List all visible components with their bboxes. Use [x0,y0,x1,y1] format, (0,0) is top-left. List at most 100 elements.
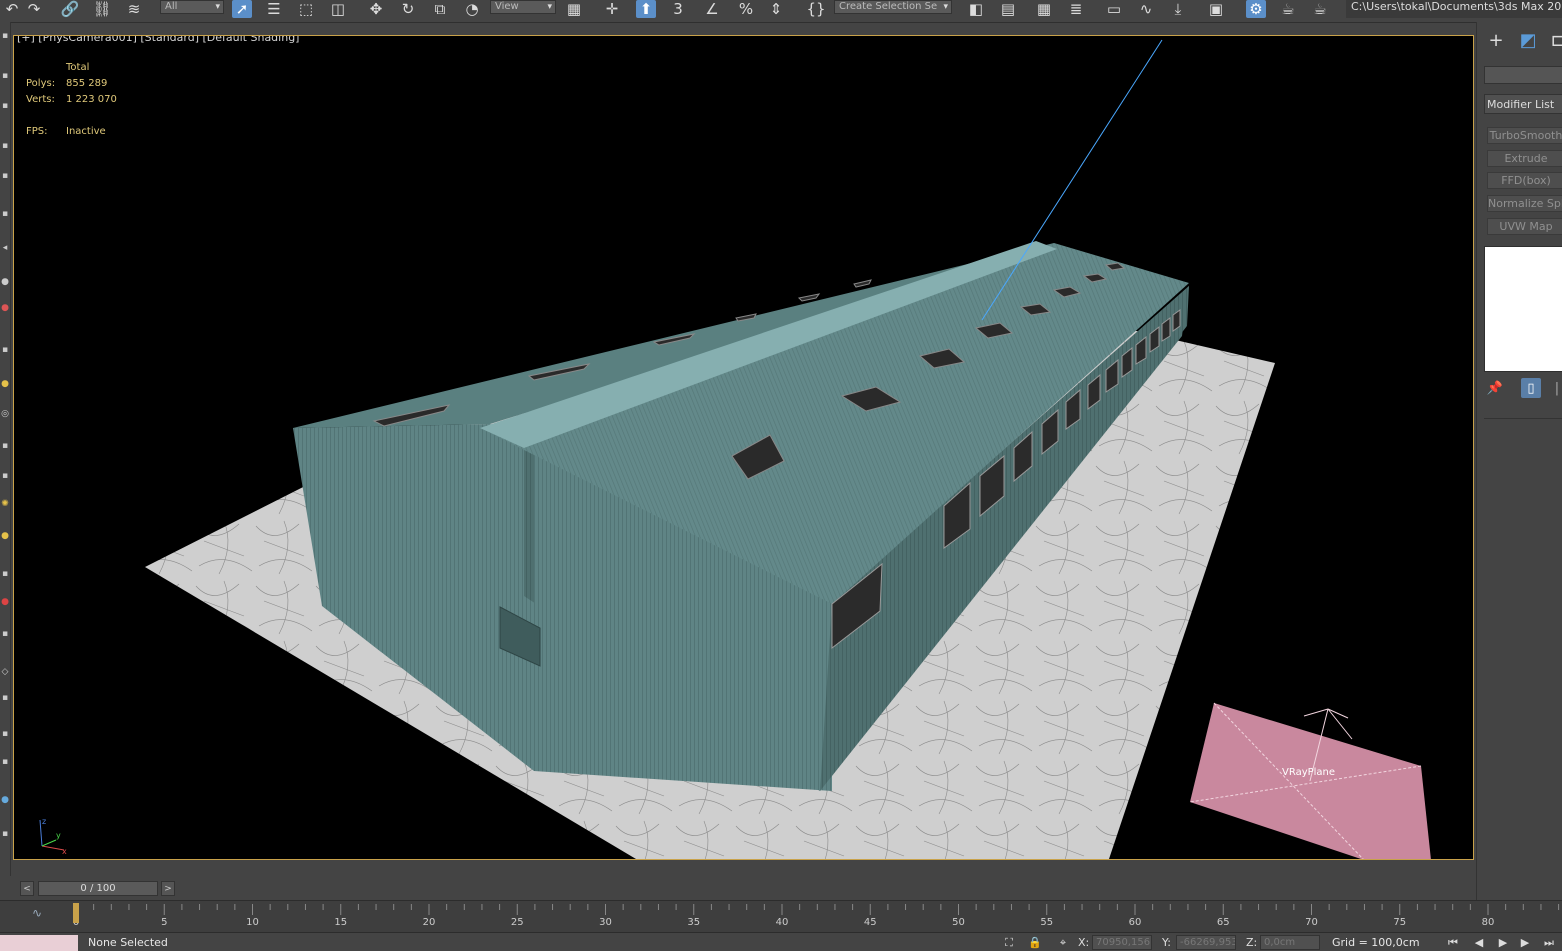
strip-tool-icon[interactable]: ▪ [0,30,10,42]
strip-tool-icon[interactable]: ▪ [0,828,10,840]
percent-snap-icon[interactable]: % [736,0,756,18]
spinner-snap-icon[interactable]: ⇕ [766,0,786,18]
select-by-name-icon[interactable]: ☰ [264,0,284,18]
perspective-viewport[interactable]: [+] [PhysCamera001] [Standard] [Default … [13,35,1474,860]
selection-filter-dropdown[interactable]: All [160,0,224,14]
y-coordinate-field[interactable]: -66269,953 [1176,935,1236,950]
angle-snap-icon[interactable]: ∠ [702,0,722,18]
strip-tool-icon[interactable]: ◂ [0,242,10,254]
pivot-icon[interactable]: ▦ [564,0,584,18]
next-frame-icon[interactable]: ▶ [1516,935,1534,950]
strip-tool-icon[interactable]: ▪ [0,140,10,152]
isolate-selection-icon[interactable]: ⛶ [1000,935,1018,950]
strip-tool-icon[interactable]: ▪ [0,100,10,112]
modifier-extrude-button[interactable]: Extrude [1487,150,1562,167]
strip-tool-icon[interactable]: ● [0,302,10,314]
strip-tool-icon[interactable]: ▪ [0,440,10,452]
redo-icon[interactable]: ↷ [24,0,44,18]
bind-space-warp-icon[interactable]: ≋ [124,0,144,18]
time-slider[interactable]: 0 / 100 [38,881,158,896]
rect-select-icon[interactable]: ⬚ [296,0,316,18]
strip-tool-icon[interactable]: ▪ [0,170,10,182]
object-name-field[interactable] [1484,66,1562,84]
status-bar: None Selected ⛶ 🔒 ⌖ X: 70950,156 Y: -662… [0,932,1562,951]
render-icon[interactable]: ☕ [1310,0,1330,18]
x-coordinate-field[interactable]: 70950,156 [1092,935,1152,950]
strip-tool-icon[interactable]: ▪ [0,568,10,580]
current-frame-marker[interactable] [73,903,79,923]
vray-plane-arrow [1303,708,1329,717]
strip-tool-icon[interactable]: ◎ [0,408,10,420]
project-path[interactable]: C:\Users\tokal\Documents\3ds Max 2021 [1346,0,1562,18]
previous-frame-icon[interactable]: ◀ [1470,935,1488,950]
trackbar[interactable]: ∿ 05101520253035404550556065707580 [0,900,1562,933]
edit-named-sets-icon[interactable]: {} [806,0,826,18]
create-icon[interactable]: + [1485,30,1507,51]
strip-tool-icon[interactable]: ● [0,276,10,288]
strip-tool-icon[interactable]: ▪ [0,756,10,768]
align-icon[interactable]: ▤ [998,0,1018,18]
unlink-icon[interactable]: ⛓ [92,0,112,18]
z-coordinate-field[interactable]: 0,0cm [1260,935,1320,950]
show-end-result-icon[interactable]: ▯ [1521,378,1541,398]
ribbon-icon[interactable]: ▭ [1104,0,1124,18]
strip-tool-icon[interactable]: ▪ [0,470,10,482]
curve-editor-icon[interactable]: ∿ [1136,0,1156,18]
strip-tool-icon[interactable]: ◇ [0,666,10,678]
strip-tool-icon[interactable]: ▪ [0,208,10,220]
rendered-frame-window-icon[interactable]: ☕ [1278,0,1298,18]
toggle-scene-explorer-icon[interactable]: ▦ [1034,0,1054,18]
modifier-uvw-map-button[interactable]: UVW Map [1487,218,1562,235]
window-crossing-icon[interactable]: ◫ [328,0,348,18]
selection-lock-icon[interactable]: 🔒 [1026,935,1044,950]
vray-plane-light[interactable] [1190,703,1431,860]
go-to-start-icon[interactable]: ⏮ [1444,935,1462,950]
modify-icon[interactable]: ◩ [1517,30,1539,51]
strip-tool-icon[interactable]: ▪ [0,692,10,704]
panel-divider [1484,418,1562,419]
absolute-mode-icon[interactable]: ⌖ [1054,935,1072,950]
strip-tool-icon[interactable]: ● [0,378,10,390]
move-icon[interactable]: ✥ [366,0,386,18]
main-toolbar: ↶ ↷ 🔗 ⛓ ≋ All ➚ ☰ ⬚ ◫ ✥ ↻ ⧉ ◔ View ▦ ✛ ⬆… [0,0,1562,23]
viewport-label[interactable]: [+] [PhysCamera001] [Standard] [Default … [17,36,299,44]
hierarchy-icon[interactable]: ⊏ [1547,30,1562,51]
material-editor-icon[interactable]: ▣ [1206,0,1226,18]
modifier-ffd-box-button[interactable]: FFD(box) [1487,172,1562,189]
time-next-button[interactable]: > [161,881,175,896]
keyboard-shortcut-override-icon[interactable]: ⬆ [636,0,656,18]
modifier-turbosmooth-button[interactable]: TurboSmooth [1487,127,1562,144]
strip-tool-icon[interactable]: ● [0,794,10,806]
strip-tool-icon[interactable]: ● [0,596,10,608]
strip-tool-icon[interactable]: ▪ [0,70,10,82]
modifier-normalize-spline-button[interactable]: Normalize Spline [1487,195,1562,212]
strip-tool-icon[interactable]: ✺ [0,498,10,510]
time-prev-button[interactable]: < [20,881,34,896]
manipulate-icon[interactable]: ✛ [602,0,622,18]
modifier-stack[interactable] [1484,246,1562,372]
play-icon[interactable]: ▶ [1494,935,1512,950]
link-icon[interactable]: 🔗 [60,0,80,18]
z-label: Z: [1246,936,1258,949]
modifier-list-dropdown[interactable]: Modifier List [1484,94,1562,114]
render-setup-icon[interactable]: ⚙ [1246,0,1266,18]
snaps-toggle-icon[interactable]: 3 [668,0,688,18]
strip-tool-icon[interactable]: ● [0,530,10,542]
strip-tool-icon[interactable]: ▪ [0,344,10,356]
toggle-layer-explorer-icon[interactable]: ≣ [1066,0,1086,18]
rotate-icon[interactable]: ↻ [398,0,418,18]
select-object-icon[interactable]: ➚ [232,0,252,18]
scale-icon[interactable]: ⧉ [430,0,450,18]
schematic-view-icon[interactable]: ⤓ [1168,0,1188,18]
named-selection-dropdown[interactable]: Create Selection Se [834,0,952,14]
go-to-end-icon[interactable]: ⏭ [1540,935,1558,950]
strip-tool-icon[interactable]: ▪ [0,628,10,640]
maxscript-listener[interactable] [0,935,78,951]
pin-stack-icon[interactable]: 📌 [1485,378,1505,398]
make-unique-icon[interactable]: | [1547,378,1562,398]
undo-icon[interactable]: ↶ [2,0,22,18]
mirror-icon[interactable]: ◧ [966,0,986,18]
place-icon[interactable]: ◔ [462,0,482,18]
reference-coord-dropdown[interactable]: View [490,0,556,14]
strip-tool-icon[interactable]: ▪ [0,728,10,740]
